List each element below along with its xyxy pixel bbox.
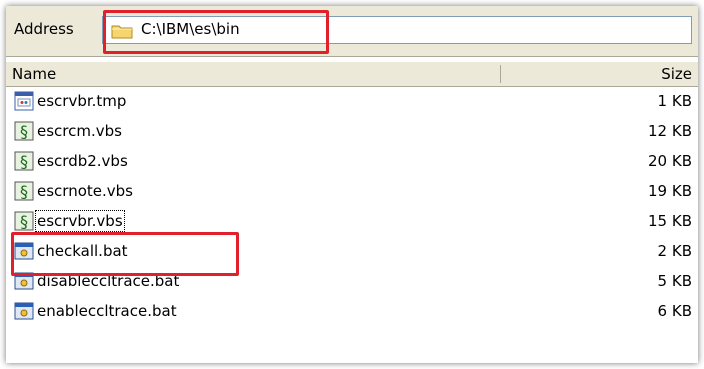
explorer-window: Address C:\IBM\es\bin Name Size escrvbr.… <box>6 6 698 363</box>
file-list: escrvbr.tmp 1 KB § escrcm.vbs 12 KB § es… <box>6 86 698 326</box>
file-name: escrcm.vbs <box>37 122 122 140</box>
file-size: 15 KB <box>648 212 692 230</box>
file-name: escrvbr.vbs <box>35 210 125 232</box>
file-row[interactable]: § escrdb2.vbs 20 KB <box>6 146 698 176</box>
svg-text:§: § <box>20 152 28 171</box>
file-size: 6 KB <box>657 302 692 320</box>
file-name: enableccltrace.bat <box>37 302 177 320</box>
column-header-size[interactable]: Size <box>661 65 692 83</box>
svg-text:§: § <box>20 122 28 141</box>
file-name: escrdb2.vbs <box>37 152 128 170</box>
file-size: 20 KB <box>648 152 692 170</box>
svg-text:§: § <box>20 212 28 231</box>
file-row[interactable]: enableccltrace.bat 6 KB <box>6 296 698 326</box>
vbscript-icon: § <box>14 181 34 201</box>
column-header-name-label: Name <box>12 65 57 83</box>
file-size: 19 KB <box>648 182 692 200</box>
address-bar: Address C:\IBM\es\bin <box>6 6 698 57</box>
address-highlight-box <box>103 10 329 54</box>
column-header-name[interactable]: Name <box>12 65 501 83</box>
file-row[interactable]: escrvbr.tmp 1 KB <box>6 86 698 116</box>
file-size: 1 KB <box>657 92 692 110</box>
svg-text:§: § <box>20 182 28 201</box>
file-highlight-box <box>11 232 239 276</box>
file-size: 5 KB <box>657 272 692 290</box>
file-name: escrnote.vbs <box>37 182 133 200</box>
batch-file-icon <box>14 302 34 320</box>
file-row[interactable]: § escrnote.vbs 19 KB <box>6 176 698 206</box>
tmp-file-icon <box>14 91 34 111</box>
vbscript-icon: § <box>14 151 34 171</box>
file-size: 12 KB <box>648 122 692 140</box>
vbscript-icon: § <box>14 211 34 231</box>
vbscript-icon: § <box>14 121 34 141</box>
file-size: 2 KB <box>657 242 692 260</box>
file-name: escrvbr.tmp <box>37 92 127 110</box>
file-row[interactable]: § escrcm.vbs 12 KB <box>6 116 698 146</box>
address-label: Address <box>14 20 74 38</box>
column-header: Name Size <box>6 61 698 87</box>
